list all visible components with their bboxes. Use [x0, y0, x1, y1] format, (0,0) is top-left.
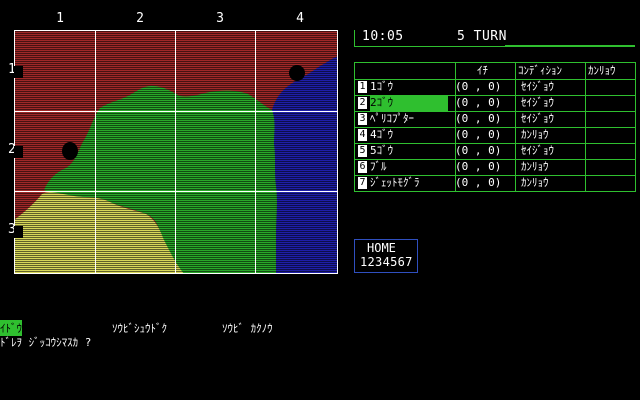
unit-position: (0 , 0): [455, 144, 502, 157]
row-rule: [355, 143, 635, 144]
turn-counter: 5 TURN: [457, 29, 507, 44]
unit-position: (0 , 0): [455, 80, 502, 93]
row-rule: [355, 127, 635, 128]
status-underline: [505, 45, 635, 46]
unit-name: ﾌﾞﾙ: [370, 160, 387, 173]
unit-index: 1: [358, 81, 367, 93]
unit-condition: ｾｲｼﾞｮｳ: [521, 96, 554, 109]
unit-position: (0 , 0): [455, 128, 502, 141]
unit-condition: ｾｲｼﾞｮｳ: [521, 144, 554, 157]
unit-name: 2ｺﾞｳ: [370, 95, 448, 111]
unit-name: 1ｺﾞｳ: [370, 80, 394, 93]
map-col-label-3: 3: [216, 11, 224, 26]
menu-option-equip-store[interactable]: ｿｳﾋﾞ ｶｸﾉｳ: [222, 320, 273, 336]
row-rule: [355, 95, 635, 96]
row-marker-1: [14, 66, 23, 78]
row-rule: [355, 175, 635, 176]
unit-row[interactable]: 4 4ｺﾞｳ (0 , 0) ｶﾝﾘｮｳ: [355, 127, 635, 143]
home-slots: 1234567: [360, 255, 413, 269]
menu-option-equip-repair[interactable]: ｿｳﾋﾞｼｭｳﾄﾞｸ: [112, 320, 167, 336]
map-row-label-3: 3: [0, 222, 23, 238]
unit-condition: ｾｲｼﾞｮｳ: [521, 80, 554, 93]
unit-row[interactable]: 5 5ｺﾞｳ (0 , 0) ｾｲｼﾞｮｳ: [355, 143, 635, 159]
unit-condition: ｾｲｼﾞｮｳ: [521, 112, 554, 125]
map-row-label-1: 1: [0, 62, 23, 78]
col-header-condition: ｺﾝﾃﾞｨｼｮﾝ: [518, 64, 562, 77]
unit-row[interactable]: 7 ｼﾞｪｯﾄﾓｸﾞﾗ (0 , 0) ｶﾝﾘｮｳ: [355, 175, 635, 191]
row-rule: [355, 159, 635, 160]
unit-condition: ｶﾝﾘｮｳ: [521, 128, 549, 141]
unit-row[interactable]: 3 ﾍﾟﾘｺﾌﾟﾀｰ (0 , 0) ｾｲｼﾞｮｳ: [355, 111, 635, 127]
map-row-label-2: 2: [0, 142, 23, 158]
game-map[interactable]: [14, 30, 338, 274]
unit-position: (0 , 0): [455, 96, 502, 109]
row-marker-3: [14, 226, 23, 238]
game-time: 10:05: [362, 29, 404, 44]
unit-index: 3: [358, 113, 367, 125]
terrain-map[interactable]: [14, 30, 338, 274]
unit-row[interactable]: 6 ﾌﾞﾙ (0 , 0) ｶﾝﾘｮｳ: [355, 159, 635, 175]
unit-index: 7: [358, 177, 367, 189]
unit-index: 6: [358, 161, 367, 173]
row-marker-2: [14, 146, 23, 158]
unit-name: 4ｺﾞｳ: [370, 128, 394, 141]
home-panel: HOME 1234567: [354, 239, 418, 273]
status-bar: 10:05 5 TURN: [354, 29, 635, 47]
unit-position: (0 , 0): [455, 112, 502, 125]
unit-name: 5ｺﾞｳ: [370, 144, 394, 157]
prompt-text: ﾄﾞﾚｦ ｼﾞｯｺｳｼﾏｽｶ ?: [0, 336, 92, 349]
map-col-label-1: 1: [56, 11, 64, 26]
home-label: HOME: [367, 241, 396, 255]
unit-name: ﾍﾟﾘｺﾌﾟﾀｰ: [370, 112, 414, 125]
row-rule: [355, 111, 635, 112]
unit-index: 4: [358, 129, 367, 141]
col-header-position: ｲﾁ: [477, 64, 488, 77]
unit-condition: ｶﾝﾘｮｳ: [521, 176, 549, 189]
map-col-label-4: 4: [296, 11, 304, 26]
unit-position: (0 , 0): [455, 160, 502, 173]
unit-condition: ｶﾝﾘｮｳ: [521, 160, 549, 173]
unit-name: ｼﾞｪｯﾄﾓｸﾞﾗ: [370, 176, 420, 189]
unit-row[interactable]: 2 2ｺﾞｳ (0 , 0) ｾｲｼﾞｮｳ: [355, 95, 635, 111]
unit-position: (0 , 0): [455, 176, 502, 189]
unit-index: 2: [358, 97, 367, 109]
col-header-capacity: ｶﾝﾘｮｳ: [588, 64, 616, 77]
unit-index: 5: [358, 145, 367, 157]
unit-table: ｲﾁ ｺﾝﾃﾞｨｼｮﾝ ｶﾝﾘｮｳ 1 1ｺﾞｳ (0 , 0) ｾｲｼﾞｮｳ 2 2ｺﾞ…: [354, 62, 636, 192]
unit-row[interactable]: 1 1ｺﾞｳ (0 , 0) ｾｲｼﾞｮｳ: [355, 79, 635, 95]
map-col-label-2: 2: [136, 11, 144, 26]
